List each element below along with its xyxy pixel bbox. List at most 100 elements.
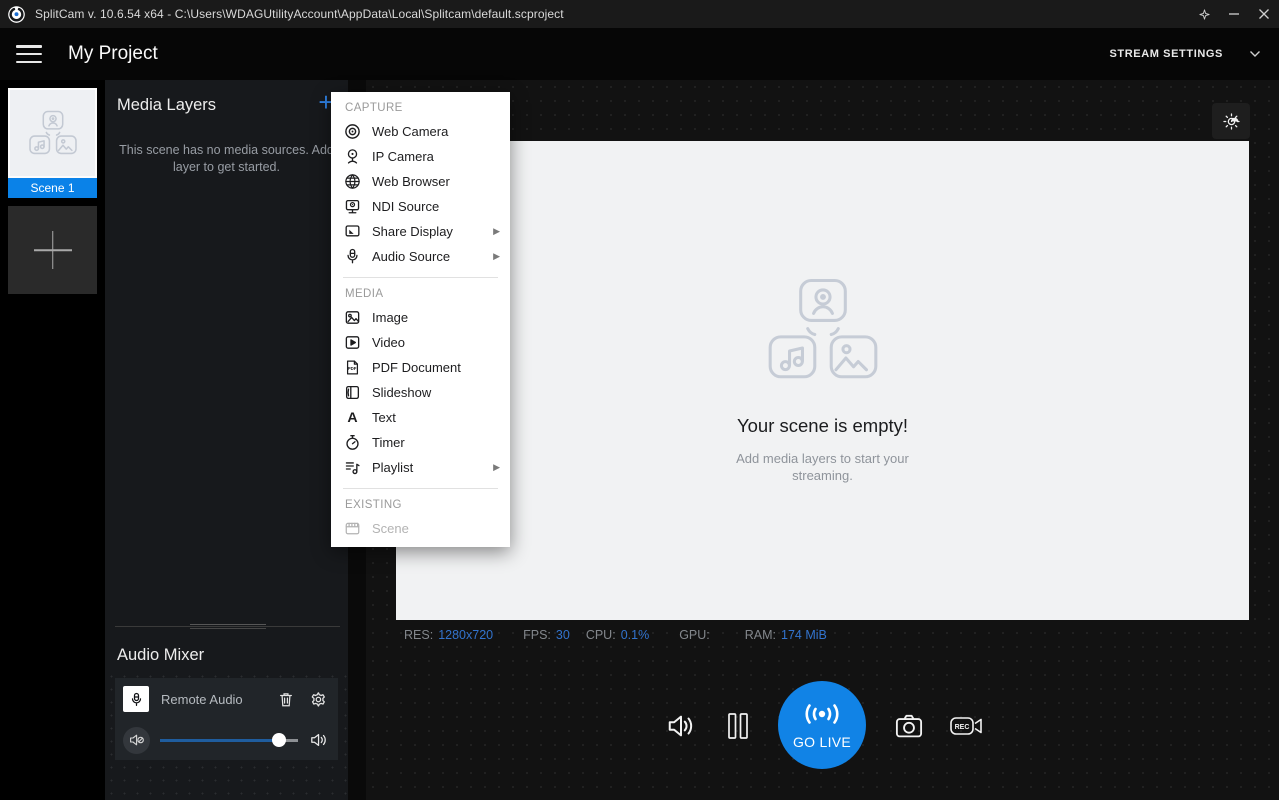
minimize-button[interactable] (1219, 0, 1249, 28)
go-live-button[interactable]: GO LIVE (778, 681, 866, 769)
stat-cpu: CPU:0.1% (586, 628, 649, 642)
menu-item-slideshow[interactable]: Slideshow (331, 380, 510, 405)
ip-camera-icon (343, 148, 361, 166)
pdf-document-icon: PDF (343, 359, 361, 377)
brightness-toggle-icon[interactable] (1212, 103, 1250, 139)
close-button[interactable] (1249, 0, 1279, 28)
broadcast-icon (801, 701, 843, 727)
menu-item-playlist[interactable]: Playlist ▶ (331, 455, 510, 480)
empty-scene-title: Your scene is empty! (737, 415, 908, 437)
menu-item-label: Image (372, 310, 408, 325)
go-live-label: GO LIVE (793, 734, 851, 750)
scene-icon (343, 520, 361, 538)
master-volume-icon[interactable] (666, 711, 696, 741)
svg-text:REC: REC (955, 724, 970, 731)
volume-knob[interactable] (272, 733, 286, 747)
scene-tile-1[interactable]: Scene 1 (8, 88, 97, 198)
menu-item-label: Timer (372, 435, 405, 450)
panel-splitter-horizontal[interactable] (115, 624, 340, 630)
app-header: My Project STREAM SETTINGS (0, 28, 1279, 80)
ndi-source-icon (343, 198, 361, 216)
audio-mixer-zone: Remote Audio (105, 670, 348, 800)
web-camera-icon (343, 123, 361, 141)
menu-item-ip-camera[interactable]: IP Camera (331, 144, 510, 169)
stat-value: 174 MiB (781, 628, 827, 642)
svg-text:PDF: PDF (347, 366, 356, 371)
media-layers-panel: Media Layers + This scene has no media s… (105, 80, 348, 800)
menu-item-timer[interactable]: Timer (331, 430, 510, 455)
monitor-mute-button[interactable] (123, 727, 150, 754)
web-browser-icon (343, 173, 361, 191)
stat-label: FPS: (523, 628, 551, 642)
stat-label: CPU: (586, 628, 616, 642)
splitter-handle[interactable] (190, 624, 266, 629)
share-display-icon (343, 223, 361, 241)
menu-section-header: EXISTING (331, 490, 510, 516)
menu-item-label: Slideshow (372, 385, 431, 400)
scene-canvas[interactable]: Your scene is empty! Add media layers to… (396, 141, 1249, 620)
stat-fps: FPS: 30 (523, 628, 570, 642)
menu-hamburger-icon[interactable] (16, 45, 42, 63)
record-icon[interactable]: REC (949, 714, 985, 738)
snapshot-camera-icon[interactable] (894, 711, 924, 741)
media-layers-icon (752, 277, 894, 385)
audio-settings-gear-icon[interactable] (308, 689, 328, 709)
menu-section-header: CAPTURE (331, 93, 510, 119)
submenu-arrow-icon: ▶ (493, 462, 500, 473)
menu-item-ndi-source[interactable]: NDI Source (331, 194, 510, 219)
stat-ram: RAM: 174 MiB (745, 628, 827, 642)
playlist-icon (343, 459, 361, 477)
plus-icon (34, 231, 72, 269)
submenu-arrow-icon: ▶ (493, 251, 500, 262)
media-layers-empty-text: This scene has no media sources. Add lay… (115, 142, 338, 176)
menu-item-label: PDF Document (372, 360, 461, 375)
stream-settings-button[interactable]: STREAM SETTINGS (1109, 48, 1279, 60)
text-icon: A (343, 409, 361, 427)
slideshow-icon (343, 384, 361, 402)
menu-item-label: Audio Source (372, 249, 450, 264)
stat-label: GPU: (679, 628, 710, 642)
audio-mixer-item: Remote Audio (115, 678, 338, 760)
scene-label: Scene 1 (8, 178, 97, 198)
titlebar: SplitCam v. 10.6.54 x64 - C:\Users\WDAGU… (0, 0, 1279, 28)
menu-separator (343, 488, 498, 489)
media-layers-icon (22, 110, 84, 157)
menu-item-label: Scene (372, 521, 409, 536)
add-layer-context-menu: CAPTURE Web Camera IP CameraWeb Browser NDI… (331, 92, 510, 547)
submenu-arrow-icon: ▶ (493, 226, 500, 237)
stat-label: RAM: (745, 628, 776, 642)
menu-item-image[interactable]: Image (331, 305, 510, 330)
menu-item-web-camera[interactable]: Web Camera (331, 119, 510, 144)
menu-item-pdf-document[interactable]: PDF PDF Document (331, 355, 510, 380)
menu-item-video[interactable]: Video (331, 330, 510, 355)
image-icon (343, 309, 361, 327)
splitcam-logo-icon (7, 5, 26, 24)
stat-gpu: GPU: (679, 628, 715, 642)
menu-item-web-browser[interactable]: Web Browser (331, 169, 510, 194)
menu-item-label: Web Camera (372, 124, 448, 139)
menu-separator (343, 277, 498, 278)
menu-item-audio-source[interactable]: Audio Source ▶ (331, 244, 510, 269)
menu-item-label: Video (372, 335, 405, 350)
stat-res: RES:1280x720 (404, 628, 493, 642)
stat-value: 1280x720 (438, 628, 493, 642)
stats-bar: RES:1280x720 FPS: 30 CPU:0.1% GPU: RAM: 174 Mi… (404, 624, 857, 646)
menu-item-share-display[interactable]: Share Display▶ (331, 219, 510, 244)
menu-item-label: Playlist (372, 460, 413, 475)
volume-slider[interactable] (160, 732, 298, 748)
scene-thumbnail[interactable] (8, 88, 97, 178)
delete-audio-source-icon[interactable] (276, 689, 296, 709)
scenes-sidebar: Scene 1 (0, 80, 105, 800)
audio-source-icon (343, 248, 361, 266)
media-layers-title: Media Layers (117, 96, 216, 115)
pin-on-top-icon[interactable] (1189, 0, 1219, 28)
add-scene-button[interactable] (8, 206, 97, 294)
pause-stream-icon[interactable] (725, 710, 751, 742)
svg-text:A: A (347, 410, 357, 426)
timer-icon (343, 434, 361, 452)
stat-value: 30 (556, 628, 570, 642)
window-title: SplitCam v. 10.6.54 x64 - C:\Users\WDAGU… (35, 7, 564, 21)
menu-item-scene[interactable]: Scene (331, 516, 510, 541)
menu-item-label: NDI Source (372, 199, 439, 214)
menu-item-text[interactable]: AText (331, 405, 510, 430)
